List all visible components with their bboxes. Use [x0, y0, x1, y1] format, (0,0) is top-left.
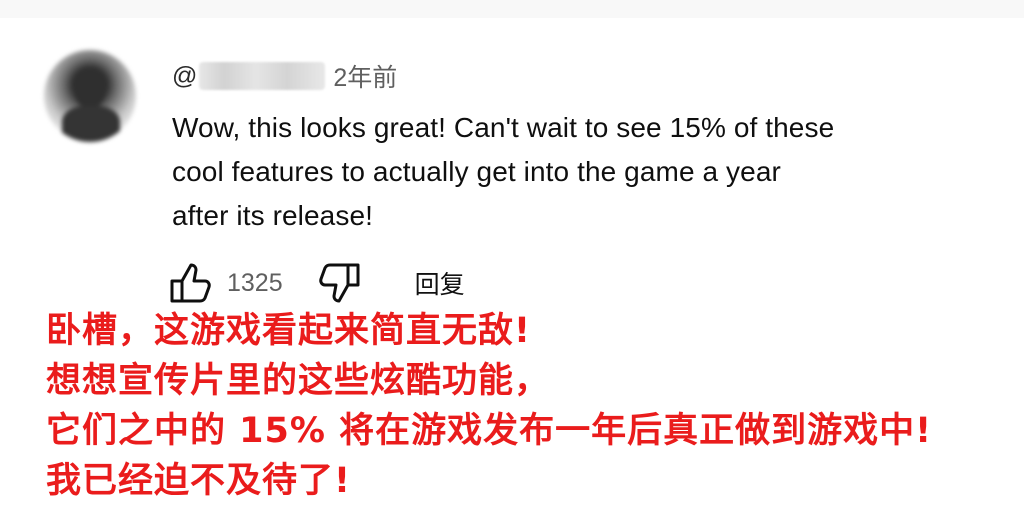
thumb-down-icon[interactable] — [317, 261, 361, 305]
overlay-line-2: 想想宣传片里的这些炫酷功能， — [46, 361, 551, 401]
comment: @ 2年前 Wow, this looks great! Can't wait … — [172, 58, 962, 238]
avatar[interactable] — [44, 50, 136, 142]
like-count: 1325 — [227, 268, 283, 297]
avatar-body-shape — [62, 106, 120, 142]
comment-actions: 1325 回复 — [169, 262, 489, 304]
comment-line-2: cool features to actually get into the g… — [172, 156, 781, 187]
overlay-line-4: 我已经迫不及待了! — [46, 461, 351, 501]
comment-author-prefix: @ — [172, 61, 198, 90]
comment-line-3: after its release! — [172, 200, 373, 231]
comment-timestamp[interactable]: 2年前 — [333, 58, 397, 94]
avatar-head-shape — [74, 68, 106, 108]
comment-author-blurred[interactable] — [199, 62, 326, 90]
overlay-line-3: 它们之中的 15% 将在游戏发布一年后真正做到游戏中! — [46, 411, 933, 451]
top-strip — [0, 0, 1024, 18]
comment-body: Wow, this looks great! Can't wait to see… — [172, 106, 932, 238]
overlay-caption: 卧槽，这游戏看起来简直无敌! 想想宣传片里的这些炫酷功能， 它们之中的 15% … — [46, 306, 1006, 506]
comment-line-1: Wow, this looks great! Can't wait to see… — [172, 112, 835, 143]
overlay-line-1: 卧槽，这游戏看起来简直无敌! — [46, 311, 531, 351]
reply-button[interactable]: 回复 — [415, 265, 465, 301]
comment-meta: @ 2年前 — [172, 58, 962, 94]
thumb-up-icon[interactable] — [169, 261, 213, 305]
